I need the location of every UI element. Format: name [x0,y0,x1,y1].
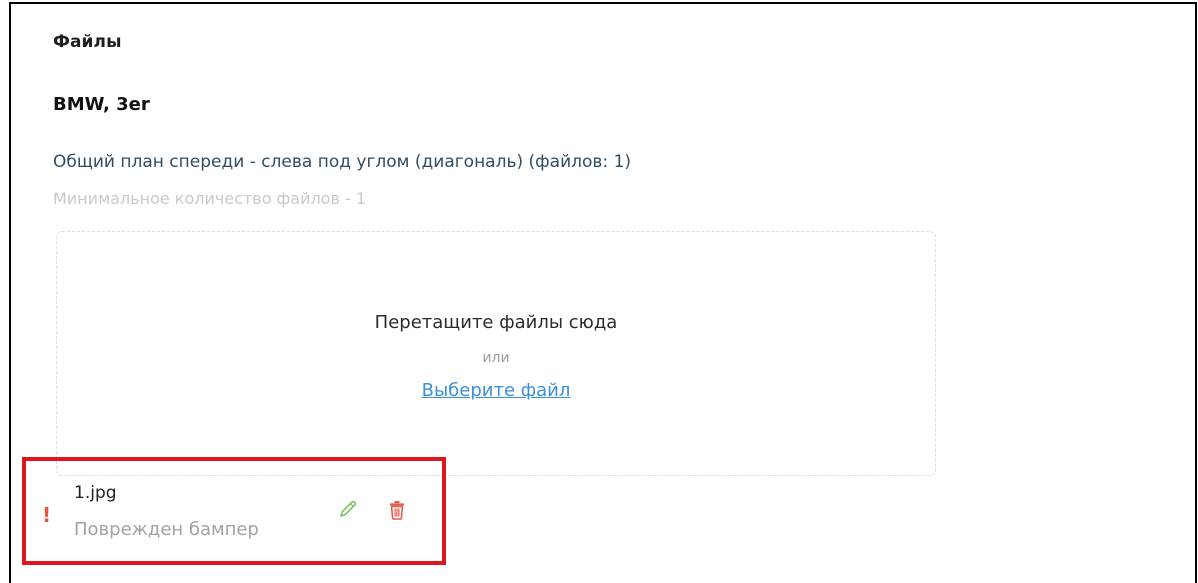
file-name: 1.jpg [74,483,117,503]
or-text: или [482,350,510,366]
min-files-hint: Минимальное количество файлов - 1 [53,189,367,208]
photo-slot-caption: Общий план спереди - слева под углом (ди… [53,152,632,172]
drop-hint: Перетащите файлы сюда [374,312,618,333]
uploaded-file-item: ! 1.jpg Поврежден бампер [22,457,446,565]
file-comment: Поврежден бампер [74,519,259,540]
choose-file-link[interactable]: Выберите файл [422,380,571,401]
file-dropzone[interactable]: Перетащите файлы сюда или Выберите файл [56,231,936,476]
pencil-icon[interactable] [338,499,358,519]
warning-icon: ! [42,503,52,527]
choose-file-container: Выберите файл [57,380,935,401]
section-title: Файлы [53,32,122,52]
car-title: BMW, 3er [53,94,150,115]
trash-icon[interactable] [388,500,406,520]
